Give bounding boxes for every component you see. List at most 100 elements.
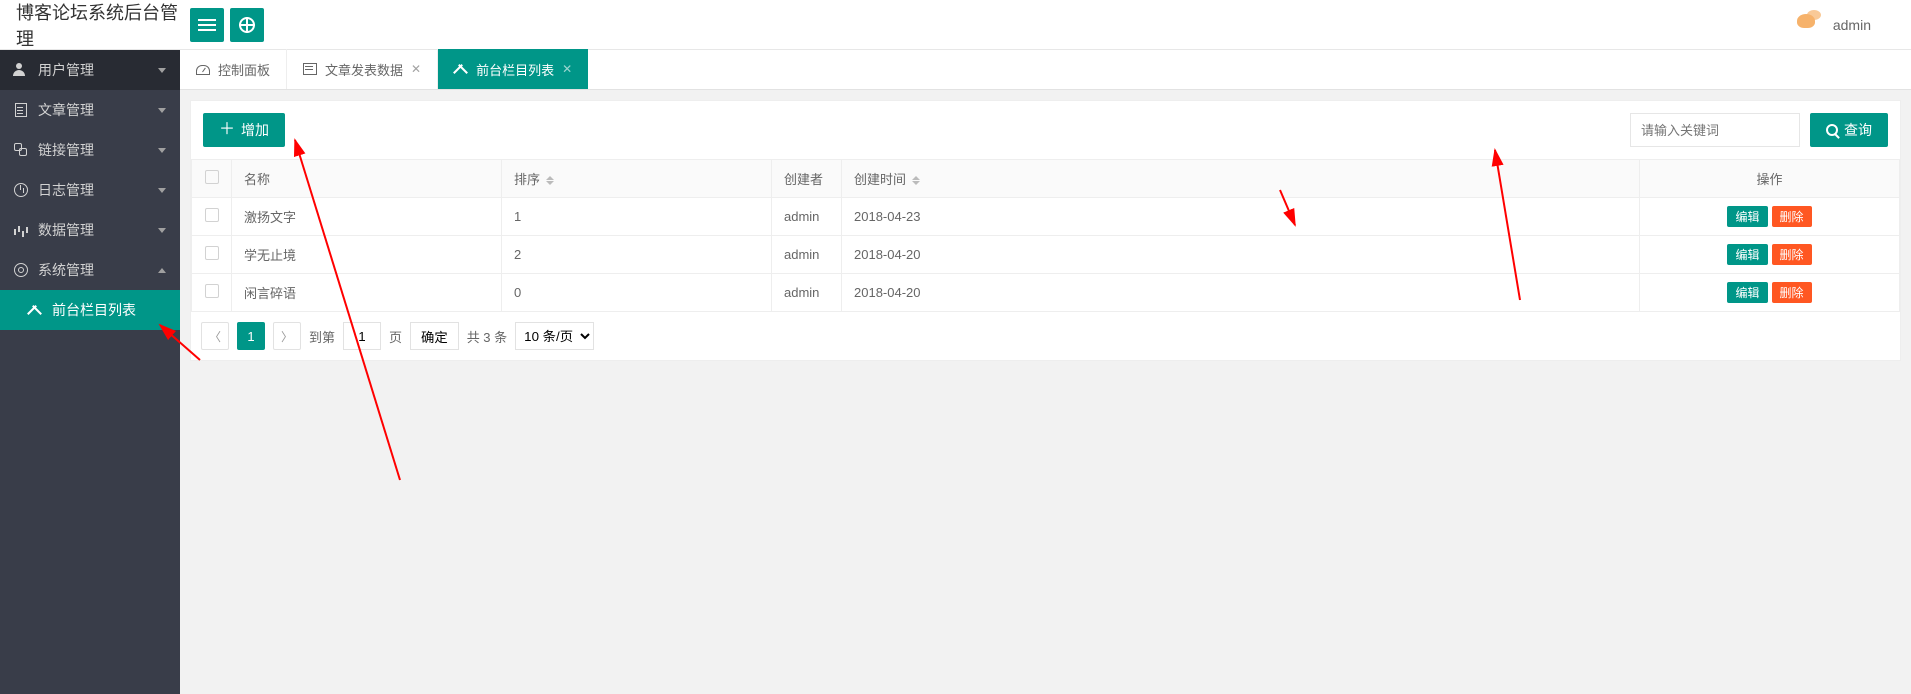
toggle-sidebar-button[interactable]: [190, 8, 224, 42]
tab-label: 前台栏目列表: [476, 60, 554, 79]
cell-creator: admin: [772, 198, 842, 236]
sidebar-item-label: 链接管理: [38, 140, 158, 160]
search-icon: [1826, 124, 1838, 136]
cell-ops: 编辑删除: [1640, 236, 1900, 274]
cell-creator: admin: [772, 274, 842, 312]
col-ops: 操作: [1640, 160, 1900, 198]
row-checkbox[interactable]: [205, 208, 219, 222]
toolbar: ＋ 增加 查询: [191, 101, 1900, 159]
sidebar-item-logs[interactable]: 日志管理: [0, 170, 180, 210]
table-row: 闲言碎语0admin2018-04-20 编辑删除: [192, 274, 1900, 312]
chevron-down-icon: [158, 188, 166, 193]
pagination: 〈 1 〉 到第 页 确定 共 3 条 10 条/页: [191, 312, 1900, 360]
add-button[interactable]: ＋ 增加: [203, 113, 285, 147]
table-row: 激扬文字1admin2018-04-23编辑删除: [192, 198, 1900, 236]
main-area: 控制面板 文章发表数据 ✕ 前台栏目列表 ✕: [180, 50, 1911, 694]
page-number-button[interactable]: 1: [237, 322, 265, 350]
sidebar-item-label: 日志管理: [38, 180, 158, 200]
chevron-down-icon: [158, 228, 166, 233]
sidebar-item-data[interactable]: 数据管理: [0, 210, 180, 250]
sidebar: 用户管理 文章管理 链接管理 日志管理 数据管理: [0, 50, 180, 694]
link-icon: [14, 143, 28, 157]
plus-icon: ＋: [219, 122, 235, 138]
close-icon[interactable]: ✕: [411, 62, 421, 76]
select-all-checkbox[interactable]: [205, 170, 219, 184]
col-created-at[interactable]: 创建时间: [842, 160, 1640, 198]
app-header: 博客论坛系统后台管理 admin: [0, 0, 1911, 50]
sort-icon: [912, 176, 920, 185]
chevron-right-icon: 〉: [281, 328, 293, 345]
col-name[interactable]: 名称: [232, 160, 502, 198]
content-card: ＋ 增加 查询: [190, 100, 1901, 361]
cell-name: 激扬文字: [232, 198, 502, 236]
chevron-left-icon: 〈: [209, 328, 221, 345]
cell-ops: 编辑删除: [1640, 198, 1900, 236]
table-row: 学无止境2admin2018-04-20编辑删除: [192, 236, 1900, 274]
cell-created-at: 2018-04-20: [842, 274, 1640, 312]
search-button[interactable]: 查询: [1810, 113, 1888, 147]
data-table: 名称 排序 创建者 创建时间 操作 激扬文字1admin2018-04-23编辑…: [191, 159, 1900, 312]
prev-page-button[interactable]: 〈: [201, 322, 229, 350]
sidebar-item-label: 前台栏目列表: [52, 300, 136, 320]
goto-page-button[interactable]: 确定: [410, 322, 459, 350]
site-title: 博客论坛系统后台管理: [10, 0, 190, 51]
language-button[interactable]: [230, 8, 264, 42]
tab-front-columns[interactable]: 前台栏目列表 ✕: [437, 49, 588, 89]
chevron-down-icon: [158, 108, 166, 113]
col-checkbox: [192, 160, 232, 198]
edit-button[interactable]: 编辑: [1727, 282, 1767, 303]
sidebar-item-links[interactable]: 链接管理: [0, 130, 180, 170]
edit-button[interactable]: 编辑: [1727, 206, 1767, 227]
sidebar-subitem-front-columns[interactable]: 前台栏目列表: [0, 290, 180, 330]
chevron-down-icon: [158, 68, 166, 73]
delete-button[interactable]: 删除: [1772, 244, 1812, 265]
sidebar-item-label: 数据管理: [38, 220, 158, 240]
cell-name: 学无止境: [232, 236, 502, 274]
goto-prefix: 到第: [309, 327, 335, 346]
clock-icon: [14, 183, 28, 197]
edit-button[interactable]: 编辑: [1727, 244, 1767, 265]
sidebar-item-label: 用户管理: [38, 60, 158, 80]
tools-icon: [28, 303, 42, 317]
next-page-button[interactable]: 〉: [273, 322, 301, 350]
col-creator[interactable]: 创建者: [772, 160, 842, 198]
sidebar-item-users[interactable]: 用户管理: [0, 50, 180, 90]
row-checkbox[interactable]: [205, 246, 219, 260]
sidebar-item-label: 文章管理: [38, 100, 158, 120]
delete-button[interactable]: 删除: [1772, 282, 1812, 303]
cell-name: 闲言碎语: [232, 274, 502, 312]
header-username: admin: [1833, 17, 1871, 33]
tab-label: 控制面板: [218, 60, 270, 79]
dashboard-icon: [196, 62, 210, 76]
total-count: 共 3 条: [467, 327, 507, 346]
cell-creator: admin: [772, 236, 842, 274]
search-input[interactable]: [1630, 113, 1800, 147]
tab-dashboard[interactable]: 控制面板: [180, 49, 286, 89]
chevron-down-icon: [158, 148, 166, 153]
cell-sort: 0: [502, 274, 772, 312]
row-checkbox[interactable]: [205, 284, 219, 298]
cell-sort: 1: [502, 198, 772, 236]
search-button-label: 查询: [1844, 120, 1872, 140]
gear-icon: [14, 263, 28, 277]
document-icon: [14, 103, 28, 117]
pulse-icon: [14, 223, 28, 237]
sidebar-item-system[interactable]: 系统管理: [0, 250, 180, 290]
goto-suffix: 页: [389, 327, 402, 346]
cell-sort: 2: [502, 236, 772, 274]
globe-icon: [239, 17, 255, 33]
cell-created-at: 2018-04-20: [842, 236, 1640, 274]
cell-created-at: 2018-04-23: [842, 198, 1640, 236]
article-icon: [303, 62, 317, 76]
page-size-select[interactable]: 10 条/页: [515, 322, 594, 350]
delete-button[interactable]: 删除: [1772, 206, 1812, 227]
goto-page-input[interactable]: [343, 322, 381, 350]
tab-label: 文章发表数据: [325, 60, 403, 79]
sort-icon: [546, 176, 554, 185]
header-user[interactable]: admin: [1795, 10, 1901, 40]
col-sort[interactable]: 排序: [502, 160, 772, 198]
tab-article-stats[interactable]: 文章发表数据 ✕: [286, 49, 437, 89]
chevron-up-icon: [158, 268, 166, 273]
close-icon[interactable]: ✕: [562, 62, 572, 76]
sidebar-item-articles[interactable]: 文章管理: [0, 90, 180, 130]
